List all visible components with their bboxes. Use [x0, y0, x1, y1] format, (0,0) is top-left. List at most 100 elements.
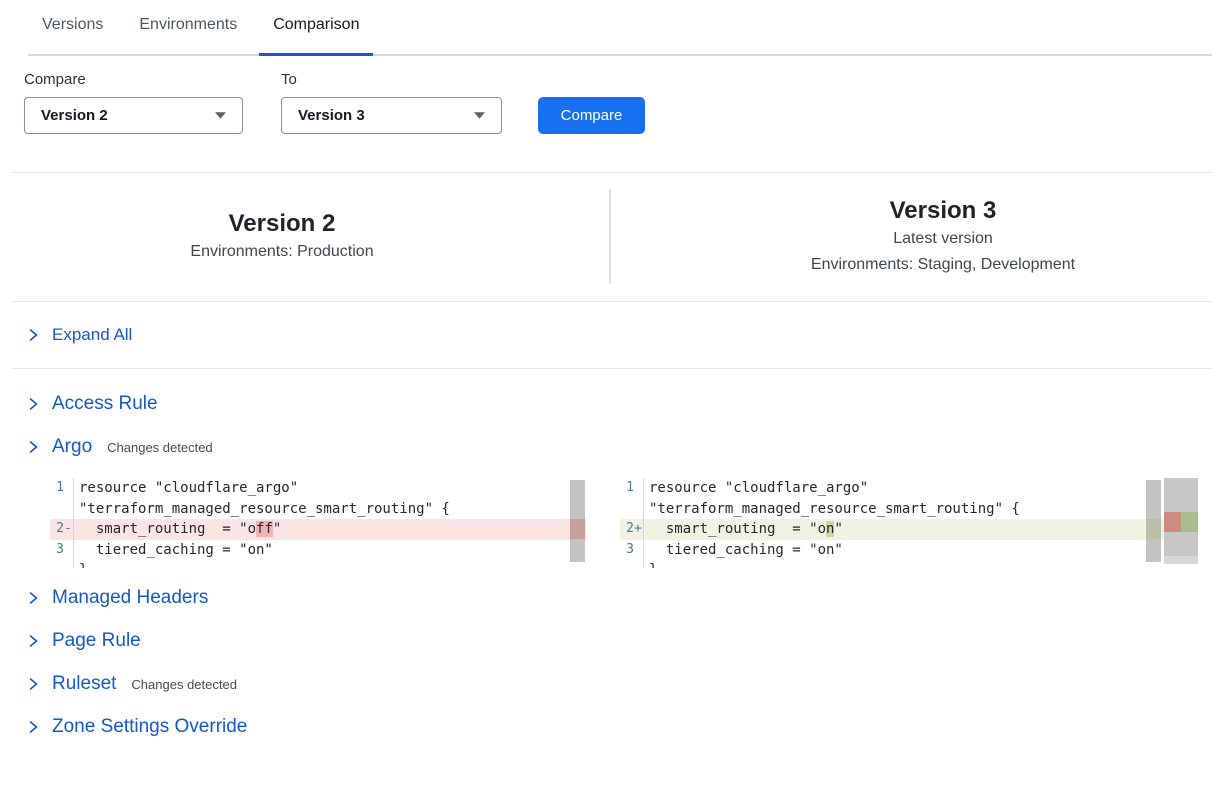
- section-label: Zone Settings Override: [52, 716, 247, 738]
- code-text: }: [644, 560, 657, 568]
- tab-comparison[interactable]: Comparison: [259, 0, 373, 56]
- left-version-environments: Environments: Production: [190, 239, 373, 265]
- section-argo[interactable]: Argo Changes detected: [28, 425, 1224, 468]
- section-label: Page Rule: [52, 630, 141, 652]
- diff-marker: [64, 478, 73, 499]
- code-text: }: [74, 560, 87, 568]
- compare-field-label: Compare: [24, 72, 281, 87]
- section-managed-headers[interactable]: Managed Headers: [28, 576, 1224, 619]
- diff-marker: -: [64, 519, 73, 540]
- code-text: smart_routing = "off": [74, 519, 281, 540]
- compare-button[interactable]: Compare: [538, 97, 645, 134]
- line-number: [620, 499, 634, 520]
- diff-line-clipped: }: [620, 560, 1198, 568]
- line-number: [50, 499, 64, 520]
- section-label: Argo: [52, 436, 92, 458]
- tab-bar: Versions Environments Comparison: [28, 0, 1212, 56]
- chevron-right-icon: [28, 720, 39, 734]
- line-number: 1: [50, 478, 64, 499]
- line-number: 1: [620, 478, 634, 499]
- code-text: tiered_caching = "on": [644, 540, 843, 561]
- diff-panel-right: 1 resource "cloudflare_argo" "terraform_…: [620, 478, 1198, 568]
- changes-detected-badge: Changes detected: [107, 440, 213, 455]
- chevron-right-icon: [28, 440, 39, 454]
- word-diff-highlight: ff: [256, 521, 273, 537]
- chevron-right-icon: [28, 328, 39, 342]
- right-version-environments: Environments: Staging, Development: [811, 252, 1075, 278]
- diff-line: 1 resource "cloudflare_argo": [50, 478, 586, 499]
- line-number: 2: [620, 519, 634, 540]
- minimap-block: [1164, 532, 1198, 556]
- code-text: resource "cloudflare_argo": [74, 478, 298, 499]
- scrollbar[interactable]: [1146, 480, 1161, 562]
- minimap-block: [1164, 478, 1198, 512]
- tab-environments[interactable]: Environments: [125, 0, 251, 54]
- chevron-right-icon: [28, 591, 39, 605]
- right-version-subtitle: Latest version: [893, 226, 993, 252]
- to-version-select[interactable]: Version 3: [281, 97, 502, 134]
- argo-diff: 1 resource "cloudflare_argo" "terraform_…: [50, 478, 1224, 568]
- diff-marker: [634, 540, 643, 561]
- version-headers: Version 2 Environments: Production Versi…: [24, 173, 1200, 301]
- diff-line: 1 resource "cloudflare_argo": [620, 478, 1198, 499]
- right-version-title: Version 3: [890, 196, 997, 226]
- section-access-rule[interactable]: Access Rule: [28, 382, 1224, 425]
- diff-panel-left: 1 resource "cloudflare_argo" "terraform_…: [50, 478, 586, 568]
- to-field: To Version 3: [281, 72, 502, 134]
- code-text: "terraform_managed_resource_smart_routin…: [644, 499, 1020, 520]
- chevron-down-icon: [474, 112, 485, 119]
- diff-marker: +: [634, 519, 643, 540]
- version-header-right: Version 3 Latest version Environments: S…: [612, 173, 1200, 301]
- line-number: 2: [50, 519, 64, 540]
- section-zone-settings-override[interactable]: Zone Settings Override: [28, 705, 1224, 748]
- to-version-select-value: Version 3: [298, 107, 365, 124]
- chevron-right-icon: [28, 634, 39, 648]
- expand-all-button[interactable]: Expand All: [12, 302, 1212, 369]
- scrollbar-diff-segment: [570, 519, 585, 539]
- compare-field: Compare Version 2: [24, 72, 281, 134]
- minimap-change-band: [1164, 512, 1198, 532]
- section-label: Access Rule: [52, 393, 158, 415]
- left-version-title: Version 2: [229, 209, 336, 239]
- diff-marker: [64, 499, 73, 520]
- tab-versions[interactable]: Versions: [28, 0, 117, 54]
- minimap-block: [1164, 556, 1198, 564]
- section-page-rule[interactable]: Page Rule: [28, 619, 1224, 662]
- diff-marker: [64, 540, 73, 561]
- diff-line: 3 tiered_caching = "on": [620, 540, 1198, 561]
- line-number: 3: [50, 540, 64, 561]
- version-header-left: Version 2 Environments: Production: [24, 173, 612, 301]
- chevron-down-icon: [215, 112, 226, 119]
- diff-line-clipped: }: [50, 560, 586, 568]
- code-text: smart_routing = "on": [644, 519, 843, 540]
- line-number: 3: [620, 540, 634, 561]
- minimap-added-block: [1181, 512, 1198, 532]
- scrollbar[interactable]: [570, 480, 585, 562]
- diff-line-removed: 2- smart_routing = "off": [50, 519, 586, 540]
- diff-line-added: 2+ smart_routing = "on": [620, 519, 1198, 540]
- diff-line: 3 tiered_caching = "on": [50, 540, 586, 561]
- page: Versions Environments Comparison Compare…: [0, 0, 1224, 788]
- compare-version-select-value: Version 2: [41, 107, 108, 124]
- scrollbar-diff-segment: [1146, 519, 1161, 539]
- code-text: "terraform_managed_resource_smart_routin…: [74, 499, 450, 520]
- chevron-right-icon: [28, 677, 39, 691]
- section-ruleset[interactable]: Ruleset Changes detected: [28, 662, 1224, 705]
- code-text: resource "cloudflare_argo": [644, 478, 868, 499]
- sections-list: Access Rule Argo Changes detected 1 reso…: [0, 369, 1224, 748]
- section-label: Ruleset: [52, 673, 116, 695]
- diff-minimap[interactable]: [1164, 478, 1198, 564]
- changes-detected-badge: Changes detected: [131, 677, 237, 692]
- section-label: Managed Headers: [52, 587, 208, 609]
- code-text: tiered_caching = "on": [74, 540, 273, 561]
- diff-line-wrap: "terraform_managed_resource_smart_routin…: [50, 499, 586, 520]
- compare-form: Compare Version 2 To Version 3 Compare: [24, 72, 1224, 134]
- diff-marker: [634, 478, 643, 499]
- chevron-right-icon: [28, 397, 39, 411]
- to-field-label: To: [281, 72, 502, 87]
- minimap-removed-block: [1164, 512, 1181, 532]
- diff-marker: [634, 499, 643, 520]
- compare-version-select[interactable]: Version 2: [24, 97, 243, 134]
- vertical-divider: [609, 189, 611, 284]
- diff-line-wrap: "terraform_managed_resource_smart_routin…: [620, 499, 1198, 520]
